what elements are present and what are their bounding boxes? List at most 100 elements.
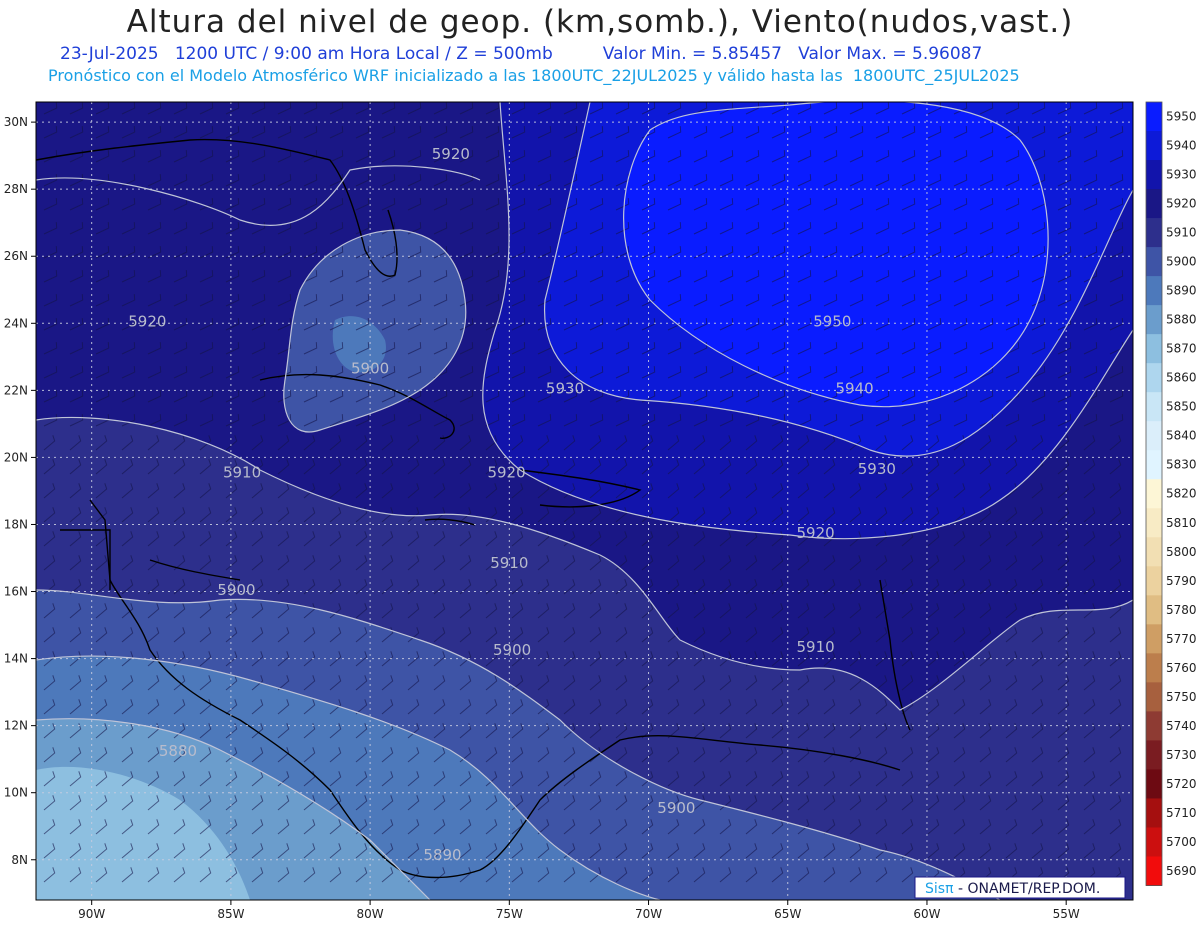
legend-swatch [1146, 479, 1162, 509]
lat-label: 24N [4, 316, 28, 330]
legend-swatch [1146, 218, 1162, 248]
lon-label: 55W [1053, 907, 1080, 921]
legend-label: 5700 [1166, 835, 1197, 849]
legend-label: 5880 [1166, 313, 1197, 327]
legend-label: 5780 [1166, 603, 1197, 617]
legend-swatch [1146, 160, 1162, 190]
lon-label: 65W [774, 907, 801, 921]
lat-label: 18N [4, 517, 28, 531]
lat-label: 26N [4, 249, 28, 263]
legend-swatch [1146, 537, 1162, 567]
contour-label: 5920 [487, 464, 525, 482]
legend-swatch [1146, 247, 1162, 277]
contour-label: 5910 [223, 464, 261, 482]
legend-label: 5950 [1166, 110, 1197, 124]
legend-swatch [1146, 508, 1162, 538]
credit-text: Sisπ - ONAMET/REP.DOM. [925, 881, 1100, 897]
legend-label: 5910 [1166, 226, 1197, 240]
lat-label: 14N [4, 652, 28, 666]
contour-label: 5920 [432, 145, 470, 163]
lat-label: 30N [4, 115, 28, 129]
contour-label: 5900 [217, 581, 255, 599]
legend-label: 5940 [1166, 139, 1197, 153]
legend-label: 5810 [1166, 516, 1197, 530]
legend-label: 5930 [1166, 168, 1197, 182]
legend-swatch [1146, 566, 1162, 596]
legend-label: 5690 [1166, 864, 1197, 878]
contour-label: 5880 [159, 742, 197, 760]
legend-swatch [1146, 653, 1162, 683]
legend-swatch [1146, 334, 1162, 364]
lon-label: 75W [496, 907, 523, 921]
longitude-labels: 90W 85W 80W 75W 70W 65W 60W 55W [78, 900, 1080, 921]
legend-label: 5840 [1166, 429, 1197, 443]
legend-swatch [1146, 450, 1162, 480]
contour-label: 5910 [797, 638, 835, 656]
latitude-labels: 30N 28N 26N 24N 22N 20N 18N 16N 14N 12N 10N 8N [4, 115, 36, 867]
legend-label: 5760 [1166, 661, 1197, 675]
credit-org: - ONAMET/REP.DOM. [954, 881, 1101, 897]
credit-box: Sisπ - ONAMET/REP.DOM. [914, 876, 1126, 899]
legend-swatch [1146, 189, 1162, 219]
legend-swatch [1146, 363, 1162, 393]
legend-label: 5820 [1166, 487, 1197, 501]
contour-label: 5930 [546, 380, 584, 398]
contour-label: 5940 [835, 380, 873, 398]
contour-label: 5920 [797, 524, 835, 542]
contour-label: 5890 [423, 846, 461, 864]
legend-swatch [1146, 305, 1162, 335]
legend-label: 5740 [1166, 719, 1197, 733]
lat-label: 10N [4, 786, 28, 800]
legend-label: 5750 [1166, 690, 1197, 704]
credit-brand: Sisπ [925, 881, 954, 897]
legend-swatch [1146, 856, 1162, 886]
lon-label: 60W [913, 907, 940, 921]
legend-swatch [1146, 798, 1162, 828]
contour-label: 5910 [490, 554, 528, 572]
lat-label: 22N [4, 383, 28, 397]
legend-label: 5720 [1166, 777, 1197, 791]
legend-swatch [1146, 276, 1162, 306]
legend-swatch [1146, 624, 1162, 654]
lon-label: 80W [357, 907, 384, 921]
legend-swatch [1146, 711, 1162, 741]
map-plot-area: 5920 5920 5900 5930 5950 5940 5930 5920 5910 5910… [36, 102, 1133, 900]
lat-label: 8N [11, 853, 28, 867]
legend-label: 5870 [1166, 342, 1197, 356]
legend-label: 5830 [1166, 458, 1197, 472]
contour-label: 5900 [351, 360, 389, 378]
legend-swatch [1146, 392, 1162, 422]
legend-swatch [1146, 740, 1162, 770]
contour-label: 5900 [657, 799, 695, 817]
lat-label: 12N [4, 719, 28, 733]
legend-swatch [1146, 769, 1162, 799]
legend-swatch [1146, 131, 1162, 161]
legend-label: 5920 [1166, 197, 1197, 211]
lon-label: 85W [217, 907, 244, 921]
legend-label: 5800 [1166, 545, 1197, 559]
legend-label: 5770 [1166, 632, 1197, 646]
legend-label: 5900 [1166, 255, 1197, 269]
legend-label: 5730 [1166, 748, 1197, 762]
contour-label: 5930 [858, 460, 896, 478]
legend-swatch [1146, 102, 1162, 132]
color-legend: 5950 5940 5930 5920 5910 5900 5890 5880 5870 5860… [1145, 101, 1197, 886]
contour-label: 5950 [813, 313, 851, 331]
legend-label: 5890 [1166, 284, 1197, 298]
legend-label: 5860 [1166, 371, 1197, 385]
legend-label: 5710 [1166, 806, 1197, 820]
legend-swatch [1146, 421, 1162, 451]
lat-label: 28N [4, 182, 28, 196]
contour-label: 5900 [493, 641, 531, 659]
geopotential-map: 5920 5920 5900 5930 5950 5940 5930 5920 5910 5910… [4, 101, 1197, 921]
lat-label: 16N [4, 585, 28, 599]
legend-swatch [1146, 827, 1162, 857]
lon-label: 70W [635, 907, 662, 921]
legend-swatch [1146, 595, 1162, 625]
contour-label: 5920 [128, 313, 166, 331]
lon-label: 90W [78, 907, 105, 921]
legend-label: 5790 [1166, 574, 1197, 588]
legend-swatch [1146, 682, 1162, 712]
legend-label: 5850 [1166, 400, 1197, 414]
lat-label: 20N [4, 450, 28, 464]
